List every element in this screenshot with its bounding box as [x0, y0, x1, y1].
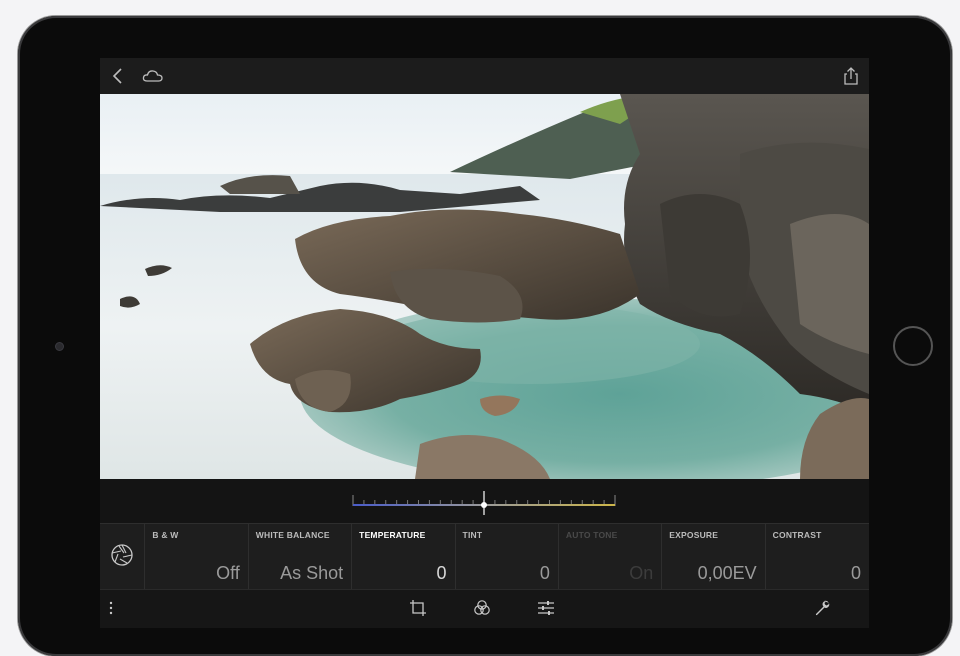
tool-label: EXPOSURE	[669, 530, 719, 540]
tool-auto-tone[interactable]: AUTO TONE On	[559, 524, 663, 590]
tool-white-balance[interactable]: WHITE BALANCE As Shot	[249, 524, 353, 590]
temperature-slider[interactable]	[352, 491, 616, 515]
tool-label: TINT	[462, 530, 483, 540]
tool-value: 0	[539, 563, 550, 583]
tool-temperature[interactable]: TEMPERATURE 0	[352, 524, 456, 590]
tool-label: WHITE BALANCE	[255, 530, 330, 540]
front-camera	[55, 342, 64, 351]
home-button[interactable]	[893, 326, 933, 366]
tool-value: On	[629, 563, 654, 583]
share-icon[interactable]	[841, 66, 861, 86]
tool-value: Off	[216, 563, 240, 583]
crop-icon[interactable]	[409, 599, 427, 617]
seascape-photo	[100, 94, 869, 479]
top-toolbar	[100, 58, 869, 94]
tool-value: 0	[851, 563, 862, 583]
tool-contrast[interactable]: CONTRAST 0	[766, 524, 869, 590]
tool-label: B & W	[152, 530, 179, 540]
bottom-toolbar	[100, 589, 869, 628]
adjust-icon[interactable]	[537, 599, 555, 617]
edit-tools-panel: B & W Off WHITE BALANCE As Shot TEMPERAT…	[100, 523, 869, 590]
tool-label: TEMPERATURE	[359, 530, 426, 540]
tool-exposure[interactable]: EXPOSURE 0,00EV	[662, 524, 766, 590]
aperture-icon	[110, 543, 134, 572]
photo-preview[interactable]	[100, 94, 869, 479]
wrench-icon[interactable]	[813, 599, 831, 617]
presets-button[interactable]	[100, 524, 146, 590]
tool-tint[interactable]: TINT 0	[456, 524, 559, 590]
cloud-icon[interactable]	[142, 66, 163, 86]
app-screen: B & W Off WHITE BALANCE As Shot TEMPERAT…	[100, 58, 869, 628]
more-icon[interactable]	[106, 599, 124, 617]
adjustment-slider-area	[100, 479, 869, 523]
profile-icon[interactable]	[473, 599, 491, 617]
slider-thumb[interactable]	[481, 502, 487, 508]
tool-bw[interactable]: B & W Off	[145, 524, 249, 590]
tool-value: As Shot	[280, 563, 344, 583]
tool-label: CONTRAST	[772, 530, 822, 540]
tool-value: 0,00EV	[697, 563, 757, 583]
back-icon[interactable]	[108, 66, 128, 86]
tool-label: AUTO TONE	[565, 530, 618, 540]
tool-value: 0	[436, 563, 447, 583]
